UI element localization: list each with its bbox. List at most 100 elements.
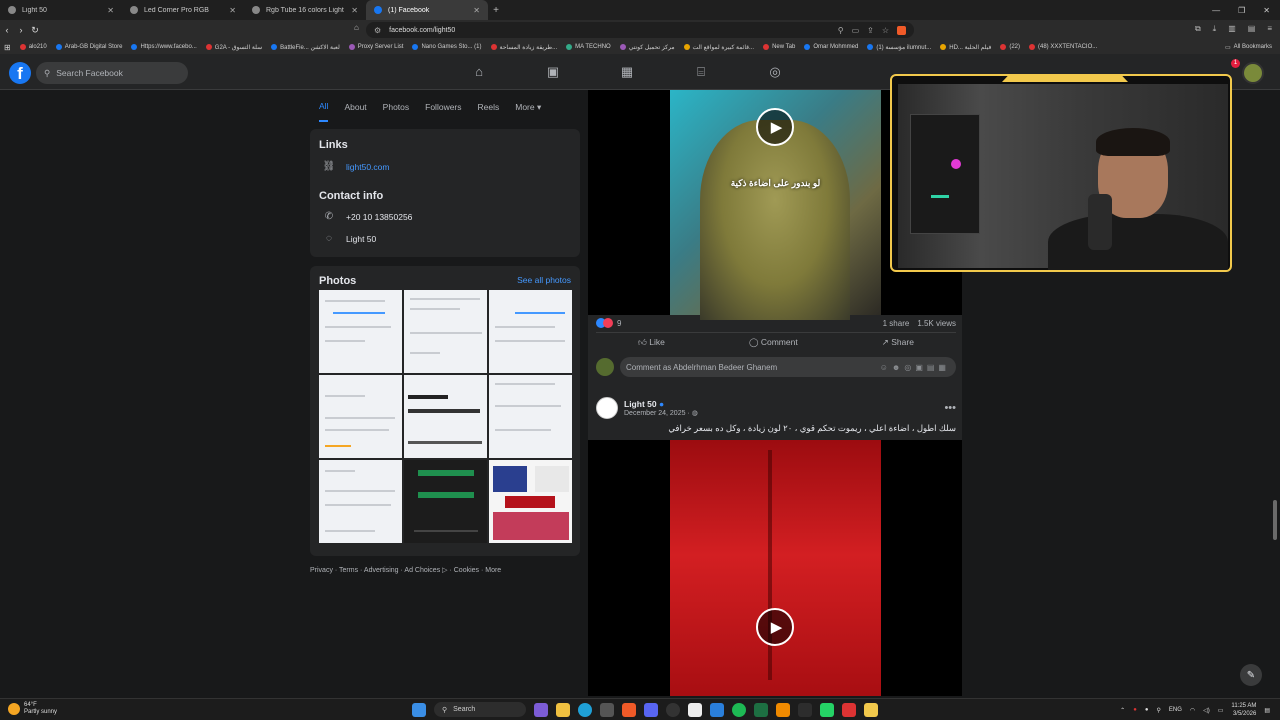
page-avatar[interactable] <box>596 397 618 419</box>
notes-icon[interactable] <box>710 702 724 717</box>
clock[interactable]: 11:25 AM 3/5/2026 <box>1231 702 1256 718</box>
post-date[interactable]: December 24, 2025 · ◍ <box>624 409 698 417</box>
close-window-icon[interactable]: ✕ <box>1263 6 1270 15</box>
reload-icon[interactable]: ↻ <box>28 25 42 36</box>
download-icon[interactable]: ⤓ <box>1213 24 1217 34</box>
browser-tab-active[interactable]: (1) Facebook ✕ <box>366 0 488 20</box>
post-video[interactable]: ▶ <box>670 440 881 696</box>
zoom-icon[interactable]: ⚲ <box>838 26 844 35</box>
windows-start-icon[interactable] <box>412 702 426 717</box>
app-icon[interactable] <box>842 702 856 717</box>
events-icon[interactable]: ▦ <box>618 64 636 80</box>
see-all-photos-link[interactable]: See all photos <box>517 275 571 285</box>
spotify-icon[interactable] <box>732 702 746 717</box>
bookmark-item[interactable]: HD... فيلم الحلبة <box>940 44 991 51</box>
input-language[interactable]: ENG <box>1169 707 1182 713</box>
bookmark-item[interactable]: Https://www.facebo... <box>131 44 197 50</box>
tab-reels[interactable]: Reels <box>478 102 500 112</box>
photo-thumbnail[interactable] <box>489 460 572 543</box>
reaction-count[interactable]: 9 <box>617 319 621 328</box>
home-icon[interactable]: ⌂ <box>470 64 488 80</box>
capcut-icon[interactable] <box>688 702 702 717</box>
page-scrollbar[interactable] <box>1273 500 1277 540</box>
bookmark-item[interactable]: (1) مؤسسة ilumnut... <box>867 44 931 51</box>
facebook-logo-icon[interactable]: f <box>9 62 31 84</box>
new-message-button[interactable]: ✎ <box>1240 664 1262 686</box>
share-button[interactable]: ↗ Share <box>882 337 914 350</box>
close-icon[interactable]: ✕ <box>351 6 358 15</box>
wifi-icon[interactable]: ◠ <box>1190 707 1195 714</box>
discord-icon[interactable] <box>644 702 658 717</box>
forward-icon[interactable]: › <box>14 25 28 35</box>
star-icon[interactable]: ☆ <box>882 26 889 35</box>
bookmark-item[interactable]: Proxy Server List <box>348 44 403 50</box>
profile-avatar[interactable] <box>1242 62 1264 84</box>
photo-thumbnail[interactable] <box>404 290 487 373</box>
share-count[interactable]: 1 share <box>883 319 910 328</box>
facebook-search-input[interactable]: ⚲ Search Facebook <box>36 62 188 84</box>
like-button[interactable]: 👍︎ Like <box>638 337 665 350</box>
bookmark-item[interactable]: Nano Games Sto... (1) <box>412 44 482 50</box>
obs-icon[interactable] <box>666 702 680 717</box>
comment-tools-icons[interactable]: ☺☻◎▣▤▦ <box>880 363 956 372</box>
bookmark-item[interactable]: alo210 <box>19 44 47 50</box>
chevron-up-icon[interactable]: ⌃ <box>1120 707 1125 714</box>
tab-about[interactable]: About <box>344 102 366 112</box>
taskbar-search[interactable]: ⚲ Search <box>434 702 526 717</box>
bookmark-item[interactable]: BattleFie... لعبة الاكشن <box>271 44 340 51</box>
play-icon[interactable]: ▶ <box>756 608 794 646</box>
share-icon[interactable]: ⇪ <box>867 26 874 35</box>
bookmark-item[interactable]: Omar Mohmmed <box>804 44 858 50</box>
battery-icon[interactable]: ▭ <box>1218 707 1224 714</box>
comment-button[interactable]: ◯ Comment <box>749 337 798 350</box>
marketplace-icon[interactable]: ⌸ <box>692 64 710 80</box>
photo-thumbnail[interactable] <box>319 460 402 543</box>
site-info-icon[interactable]: ⚙ <box>374 26 381 35</box>
post-video[interactable]: لو بندور على اضاءة ذكية ▶ <box>670 90 881 320</box>
vlc-icon[interactable] <box>776 702 790 717</box>
photo-thumbnail[interactable] <box>404 375 487 458</box>
new-tab-button[interactable]: + <box>488 5 504 16</box>
address-bar[interactable]: ⚙ facebook.com/light50 ⚲ ▭ ⇪ ☆ <box>366 22 914 38</box>
website-link[interactable]: light50.com <box>346 162 389 172</box>
tray-app-icon[interactable]: ● <box>1133 707 1137 713</box>
comment-input[interactable]: Comment as Abdelrhman Bedeer Ghanem ☺☻◎▣… <box>620 357 956 377</box>
install-icon[interactable]: ▭ <box>852 26 860 35</box>
notification-center-icon[interactable]: ▤ <box>1264 707 1270 714</box>
photo-thumbnail[interactable] <box>489 375 572 458</box>
bookmark-item[interactable]: (22) <box>1000 44 1020 50</box>
close-icon[interactable]: ✕ <box>229 6 236 15</box>
wallet-icon[interactable]: ▤ <box>1248 24 1256 34</box>
menu-icon[interactable]: ≡ <box>1267 24 1272 34</box>
close-icon[interactable]: ✕ <box>107 6 114 15</box>
bookmark-item[interactable]: New Tab <box>763 44 795 50</box>
browser-tab[interactable]: Led Corner Pro RGB ✕ <box>122 0 244 20</box>
photo-thumbnail[interactable] <box>319 375 402 458</box>
tray-mic-icon[interactable]: ⚲ <box>1156 707 1160 714</box>
gaming-icon[interactable]: ◎ <box>766 64 784 80</box>
sidebar-icon[interactable]: ▥ <box>1228 24 1236 34</box>
app-icon[interactable] <box>798 702 812 717</box>
brave-shield-icon[interactable] <box>897 25 906 35</box>
bookmark-item[interactable]: Arab-GB Digital Store <box>55 44 122 50</box>
tab-followers[interactable]: Followers <box>425 102 461 112</box>
close-icon[interactable]: ✕ <box>473 6 480 15</box>
copilot-icon[interactable] <box>534 702 548 717</box>
photo-thumbnail[interactable] <box>489 290 572 373</box>
browser-tab[interactable]: Light 50 ✕ <box>0 0 122 20</box>
more-options-icon[interactable]: ••• <box>944 402 956 414</box>
volume-icon[interactable]: ◁) <box>1203 707 1210 714</box>
apps-icon[interactable]: ⊞ <box>4 43 11 52</box>
extensions-icon[interactable]: ⧉ <box>1195 24 1201 34</box>
avatar[interactable] <box>596 358 614 376</box>
browser-tab[interactable]: Rgb Tube 16 colors Light ✕ <box>244 0 366 20</box>
bookmark-item[interactable]: طريقة زيادة المساحة... <box>490 44 557 51</box>
bookmark-item[interactable]: MA TECHNO <box>566 44 611 50</box>
whatsapp-icon[interactable] <box>820 702 834 717</box>
bookmark-item[interactable]: قائمة كبيرة لمواقع الت... <box>683 44 754 51</box>
edge-icon[interactable] <box>578 702 592 717</box>
store-icon[interactable] <box>600 702 614 717</box>
all-bookmarks-button[interactable]: ▭ All Bookmarks <box>1225 44 1272 51</box>
bookmark-item[interactable]: مركز تحميل كونتي <box>619 44 675 51</box>
page-footer[interactable]: Privacy · Terms · Advertising · Ad Choic… <box>310 566 501 574</box>
